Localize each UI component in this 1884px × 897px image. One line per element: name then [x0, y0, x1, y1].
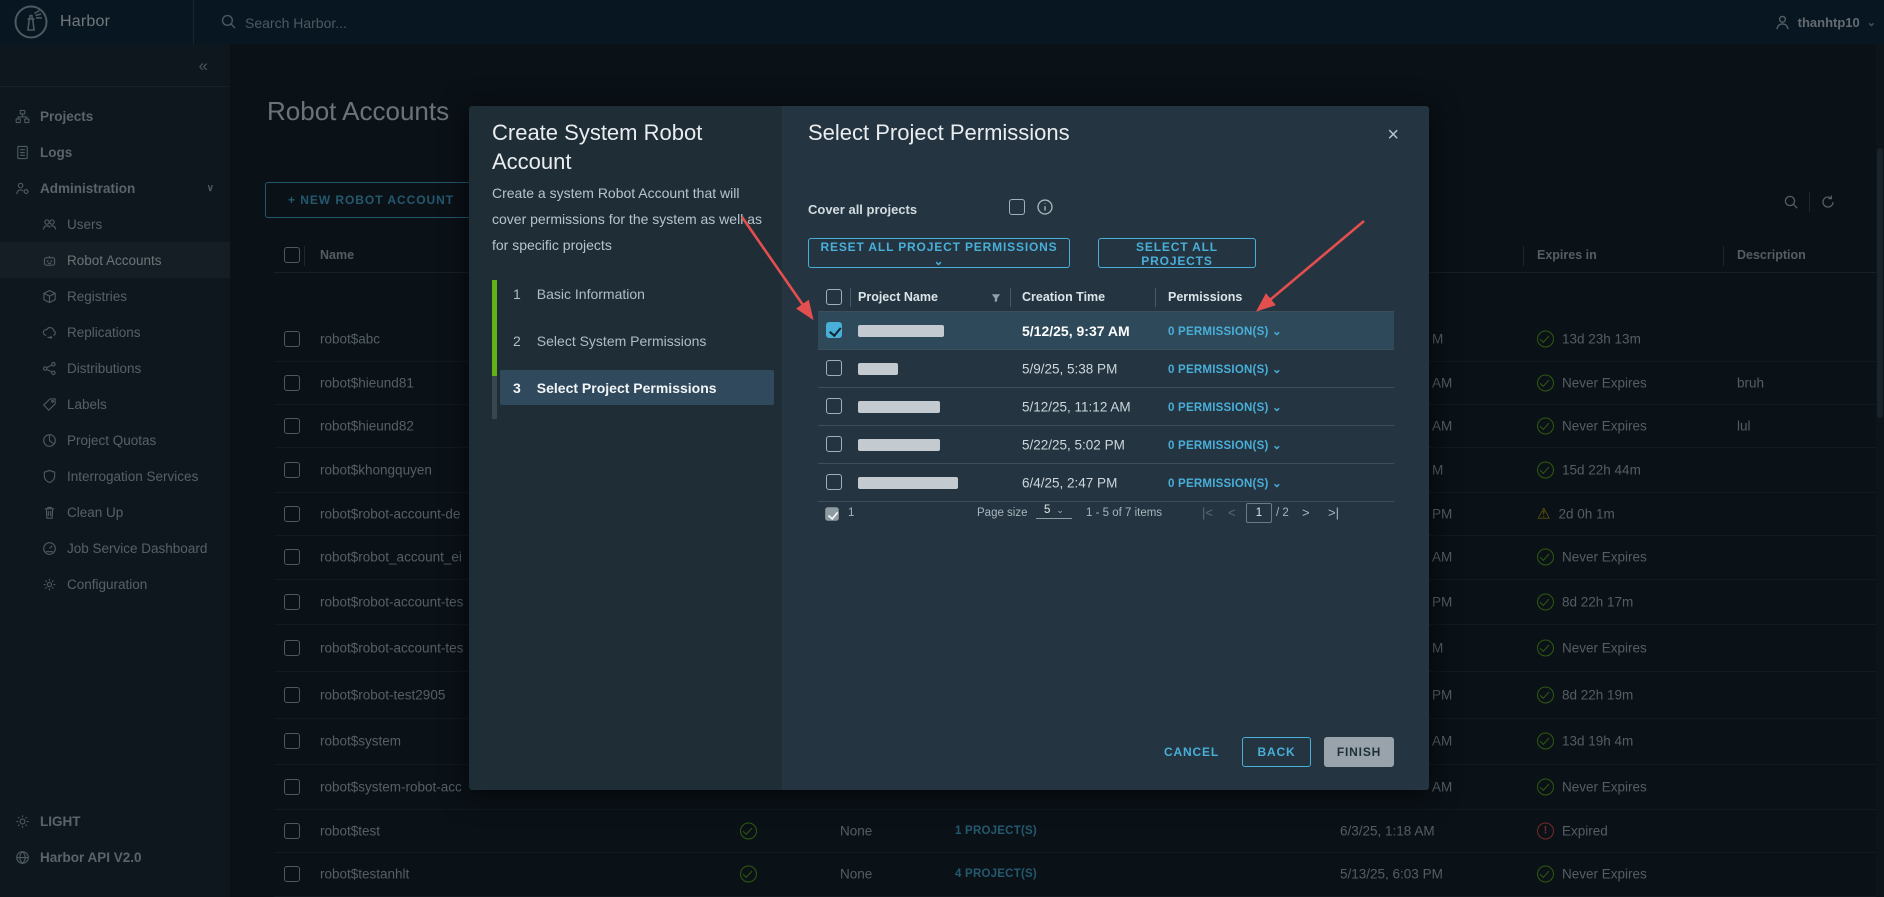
chevron-down-icon: ⌄	[1056, 505, 1064, 515]
wizard-step-basic-information[interactable]: 1Basic Information	[500, 276, 774, 311]
wizard-step-select-system-permissions[interactable]: 2Select System Permissions	[500, 323, 774, 358]
project-name-redacted	[858, 439, 940, 451]
next-page-icon[interactable]: >	[1302, 504, 1310, 522]
permissions-dropdown[interactable]: 0 PERMISSION(S) ⌄	[1168, 438, 1282, 452]
project-row[interactable]: 5/9/25, 5:38 PM 0 PERMISSION(S) ⌄	[818, 349, 1394, 387]
finish-button[interactable]: FINISH	[1324, 737, 1394, 767]
grid-header-row: Project Name Creation Time Permissions	[818, 285, 1394, 311]
project-row[interactable]: 6/4/25, 2:47 PM 0 PERMISSION(S) ⌄	[818, 463, 1394, 501]
cover-all-projects-label: Cover all projects	[808, 202, 917, 217]
grid-header-project-name[interactable]: Project Name	[858, 290, 938, 304]
wizard-progress-done	[492, 280, 497, 376]
project-name-redacted	[858, 401, 940, 413]
info-icon[interactable]	[1036, 198, 1054, 216]
permissions-dropdown[interactable]: 0 PERMISSION(S) ⌄	[1168, 476, 1282, 490]
creation-time: 5/22/25, 5:02 PM	[1022, 437, 1125, 452]
select-all-projects-button[interactable]: SELECT ALL PROJECTS	[1098, 238, 1256, 268]
project-name-redacted	[858, 477, 958, 489]
prev-page-icon[interactable]: <	[1228, 504, 1236, 522]
selected-count-checkbox	[825, 507, 839, 521]
project-row[interactable]: 5/12/25, 9:37 AM 0 PERMISSION(S) ⌄	[818, 311, 1394, 349]
project-name-redacted	[858, 363, 898, 375]
modal-action-buttons: CANCEL BACK FINISH	[1154, 737, 1394, 767]
grid-header-permissions[interactable]: Permissions	[1168, 290, 1242, 304]
page-size-select[interactable]: 5⌄	[1036, 504, 1072, 519]
create-system-robot-account-modal: Create System Robot Account Create a sys…	[469, 106, 1429, 790]
grid-footer: 1 Page size 5⌄ 1 - 5 of 7 items |< < 1 /…	[818, 501, 1394, 526]
project-row[interactable]: 5/22/25, 5:02 PM 0 PERMISSION(S) ⌄	[818, 425, 1394, 463]
project-checkbox[interactable]	[826, 360, 842, 376]
project-checkbox[interactable]	[826, 436, 842, 452]
items-range: 1 - 5 of 7 items	[1086, 507, 1162, 519]
wizard-title: Create System Robot Account	[492, 118, 764, 176]
total-pages: / 2	[1276, 507, 1289, 519]
grid-select-all-checkbox[interactable]	[826, 289, 842, 305]
wizard-step-select-project-permissions[interactable]: 3Select Project Permissions	[500, 370, 774, 405]
permissions-dropdown[interactable]: 0 PERMISSION(S) ⌄	[1168, 324, 1282, 338]
project-checkbox[interactable]	[826, 474, 842, 490]
filter-icon[interactable]	[990, 292, 1002, 304]
reset-all-project-permissions-button[interactable]: RESET ALL PROJECT PERMISSIONS ⌄	[808, 238, 1070, 268]
permissions-dropdown[interactable]: 0 PERMISSION(S) ⌄	[1168, 362, 1282, 376]
project-checkbox[interactable]	[826, 322, 842, 338]
close-icon[interactable]: ×	[1381, 124, 1405, 146]
wizard-sidebar: Create System Robot Account Create a sys…	[469, 106, 782, 790]
grid-header-creation-time[interactable]: Creation Time	[1022, 290, 1105, 304]
permissions-dropdown[interactable]: 0 PERMISSION(S) ⌄	[1168, 400, 1282, 414]
project-checkbox[interactable]	[826, 398, 842, 414]
cancel-button[interactable]: CANCEL	[1154, 737, 1229, 767]
project-name-redacted	[858, 325, 944, 337]
project-row[interactable]: 5/12/25, 11:12 AM 0 PERMISSION(S) ⌄	[818, 387, 1394, 425]
creation-time: 5/12/25, 9:37 AM	[1022, 323, 1130, 339]
page-size-label: Page size	[977, 507, 1028, 519]
project-permissions-grid: Project Name Creation Time Permissions 5…	[818, 285, 1394, 526]
wizard-progress-track	[492, 280, 497, 419]
selected-count: 1	[848, 507, 854, 519]
cover-all-projects-checkbox[interactable]	[1009, 199, 1025, 215]
creation-time: 5/9/25, 5:38 PM	[1022, 361, 1117, 376]
back-button[interactable]: BACK	[1242, 737, 1311, 767]
current-page-input[interactable]: 1	[1246, 503, 1272, 523]
harbor-app: Harbor thanhtp10 ⌄ « ProjectsLogsAdminis…	[0, 0, 1884, 897]
panel-title: Select Project Permissions	[808, 120, 1070, 146]
creation-time: 6/4/25, 2:47 PM	[1022, 475, 1117, 490]
select-project-permissions-panel: Select Project Permissions × Cover all p…	[782, 106, 1429, 790]
last-page-icon[interactable]: >|	[1328, 504, 1339, 522]
creation-time: 5/12/25, 11:12 AM	[1022, 399, 1131, 414]
first-page-icon[interactable]: |<	[1202, 504, 1213, 522]
wizard-description: Create a system Robot Account that will …	[492, 180, 768, 258]
